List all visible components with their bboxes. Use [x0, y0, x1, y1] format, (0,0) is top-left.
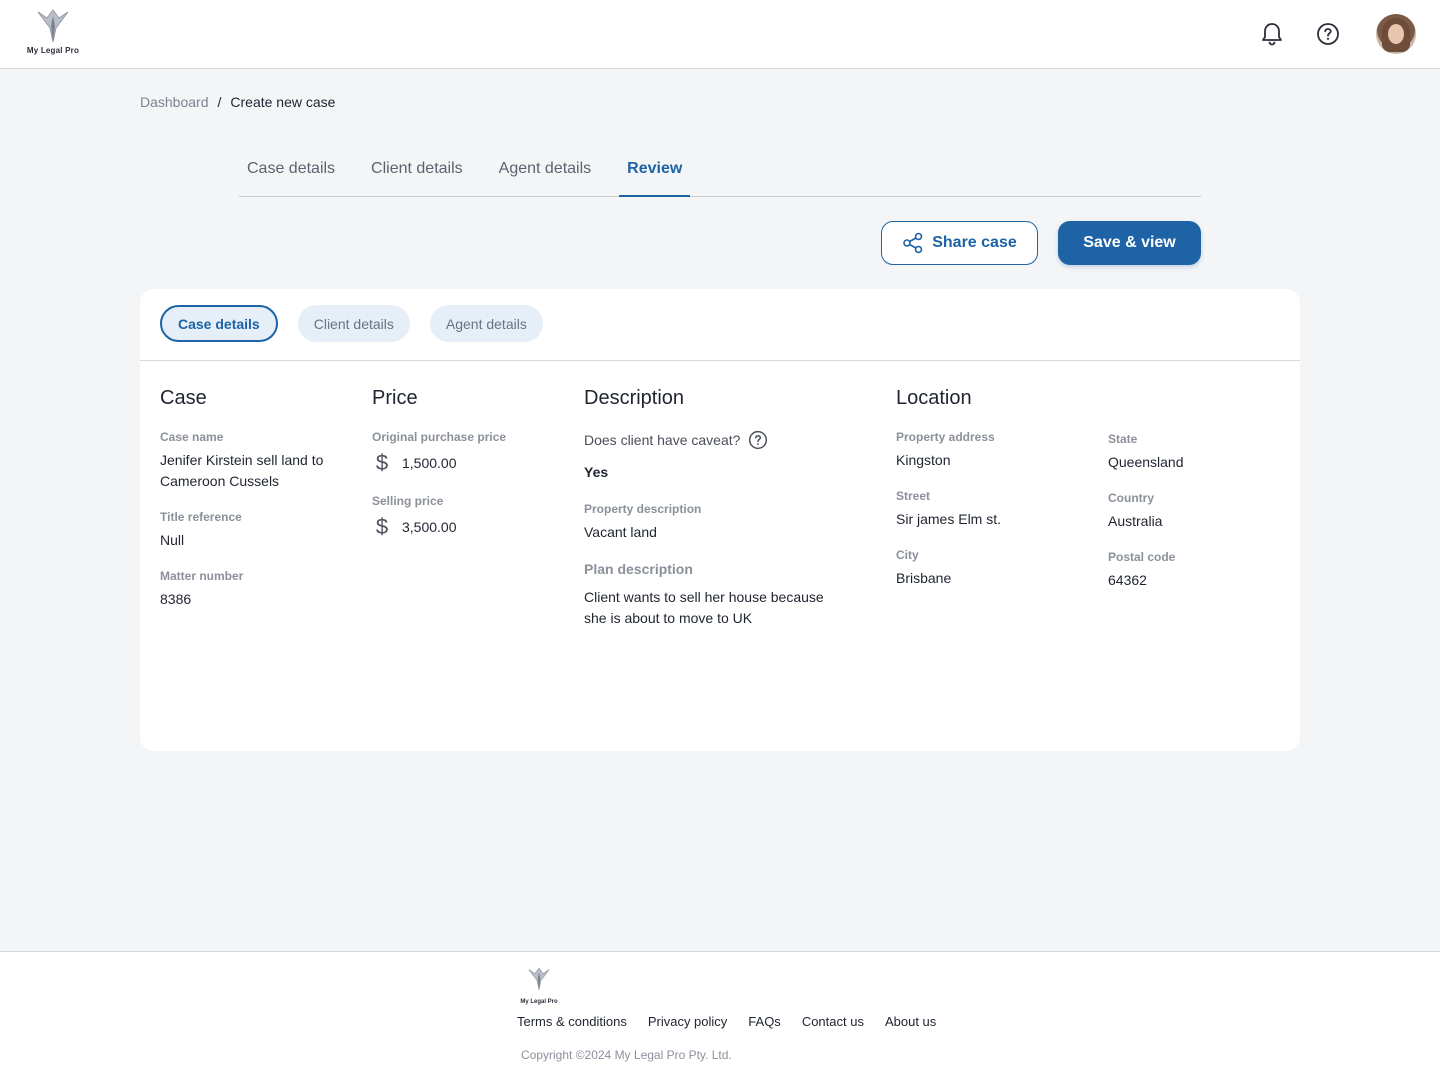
title-reference-value: Null	[160, 532, 185, 548]
share-case-label: Share case	[932, 234, 1017, 251]
property-address-label: Property address	[896, 430, 995, 444]
case-section: Case Case name Jenifer Kirstein sell lan…	[160, 387, 350, 628]
footer-link-faqs[interactable]: FAQs	[748, 1014, 781, 1029]
card-divider	[140, 360, 1300, 361]
city-value: Brisbane	[896, 570, 952, 586]
street-value: Sir james Elm st.	[896, 511, 1002, 527]
pill-client-details[interactable]: Client details	[297, 305, 410, 342]
dollar-icon: $	[375, 514, 389, 539]
street-label: Street	[896, 489, 931, 503]
tab-agent-details[interactable]: Agent details	[491, 150, 600, 197]
price-heading: Price	[372, 387, 418, 409]
footer-logo[interactable]: My Legal Pro	[516, 964, 562, 1005]
breadcrumb: Dashboard / Create new case	[140, 94, 335, 110]
top-header: My Legal Pro	[0, 0, 1440, 69]
property-address-value: Kingston	[896, 452, 951, 468]
location-section-right: State Queensland Country Australia Posta…	[1108, 432, 1278, 609]
review-card: Case details Client details Agent detail…	[140, 289, 1300, 751]
app-logo[interactable]: My Legal Pro	[22, 8, 84, 62]
avatar[interactable]	[1376, 14, 1416, 54]
property-description-value: Vacant land	[584, 524, 657, 540]
case-name-label: Case name	[160, 430, 224, 444]
state-label: State	[1108, 432, 1138, 446]
logo-text: My Legal Pro	[26, 46, 80, 55]
country-value: Australia	[1108, 513, 1163, 529]
footer-links: Terms & conditions Privacy policy FAQs C…	[517, 1014, 936, 1029]
pill-agent-details[interactable]: Agent details	[429, 305, 543, 342]
description-heading: Description	[584, 387, 685, 409]
dollar-icon: $	[375, 450, 389, 475]
price-section: Price Original purchase price $ 1,500.00…	[372, 387, 562, 558]
save-and-view-button[interactable]: Save & view	[1058, 221, 1201, 265]
breadcrumb-dashboard-link[interactable]: Dashboard	[140, 94, 209, 110]
postal-code-value: 64362	[1108, 572, 1147, 588]
phoenix-logo-icon	[37, 9, 69, 43]
plan-description-value: Client wants to sell her house because s…	[584, 589, 824, 626]
state-value: Queensland	[1108, 454, 1184, 470]
share-case-button[interactable]: Share case	[881, 221, 1038, 265]
title-reference-label: Title reference	[160, 510, 242, 524]
page-footer: My Legal Pro Terms & conditions Privacy …	[0, 951, 1440, 1080]
step-tabs: Case details Client details Agent detail…	[239, 150, 1201, 197]
breadcrumb-current: Create new case	[230, 94, 336, 110]
location-heading: Location	[896, 387, 972, 409]
description-section: Description Does client have caveat? Yes…	[584, 387, 844, 629]
footer-link-privacy[interactable]: Privacy policy	[648, 1014, 727, 1029]
copyright-text: Copyright ©2024 My Legal Pro Pty. Ltd.	[521, 1048, 732, 1062]
tab-review[interactable]: Review	[619, 150, 691, 197]
footer-link-terms[interactable]: Terms & conditions	[517, 1014, 627, 1029]
help-icon[interactable]	[1314, 20, 1342, 48]
share-icon	[903, 232, 923, 254]
case-name-value: Jenifer Kirstein sell land to Cameroon C…	[160, 452, 324, 489]
tab-client-details[interactable]: Client details	[363, 150, 471, 197]
property-description-label: Property description	[584, 502, 702, 516]
footer-logo-text: My Legal Pro	[520, 999, 558, 1005]
original-price-value: 1,500.00	[402, 454, 457, 471]
breadcrumb-separator: /	[217, 94, 222, 110]
caveat-answer: Yes	[584, 464, 609, 480]
city-label: City	[896, 548, 919, 562]
tab-case-details[interactable]: Case details	[239, 150, 343, 197]
country-label: Country	[1108, 491, 1154, 505]
pill-case-details[interactable]: Case details	[160, 305, 278, 342]
help-icon[interactable]	[748, 430, 768, 450]
postal-code-label: Postal code	[1108, 550, 1176, 564]
matter-number-value: 8386	[160, 591, 192, 607]
selling-price-value: 3,500.00	[402, 518, 457, 535]
selling-price-label: Selling price	[372, 494, 444, 508]
caveat-question: Does client have caveat?	[584, 432, 741, 448]
matter-number-label: Matter number	[160, 569, 244, 583]
footer-link-contact[interactable]: Contact us	[802, 1014, 864, 1029]
original-price-label: Original purchase price	[372, 430, 507, 444]
plan-description-label: Plan description	[584, 561, 693, 577]
review-section-pills: Case details Client details Agent detail…	[160, 305, 543, 342]
location-section: Location Property address Kingston Stree…	[896, 387, 1096, 607]
footer-link-about[interactable]: About us	[885, 1014, 936, 1029]
bell-icon[interactable]	[1258, 20, 1286, 48]
case-heading: Case	[160, 387, 207, 409]
phoenix-logo-icon	[528, 967, 550, 991]
